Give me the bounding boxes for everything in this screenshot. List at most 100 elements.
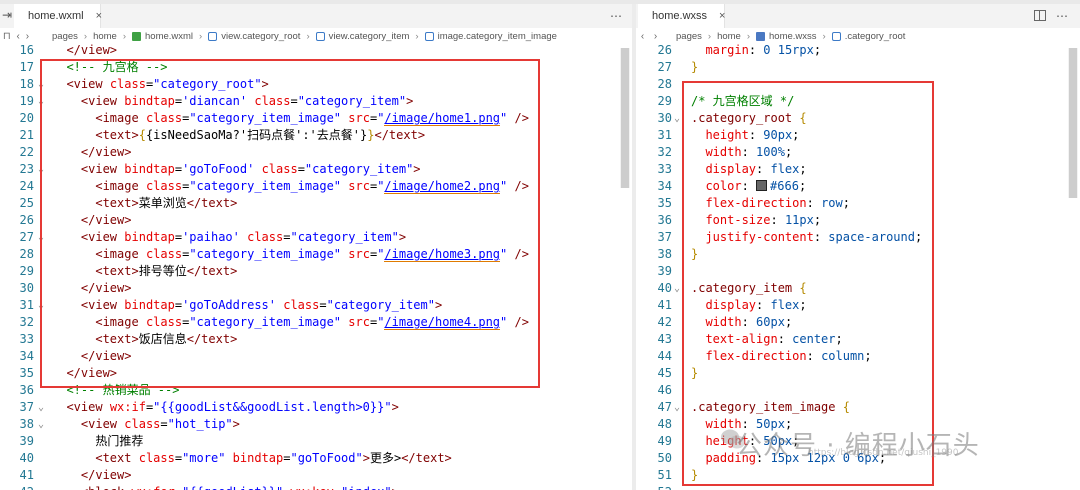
line-number: 37 (19, 400, 34, 414)
code-line[interactable]: 38 ⌄ <view class="hot_tip"> (0, 416, 632, 433)
breadcrumb-separator-icon: › (122, 31, 126, 42)
breadcrumb-separator-icon: › (822, 31, 826, 42)
line-number: 32 (657, 145, 672, 159)
breadcrumb-item[interactable]: view.category_item (315, 31, 410, 42)
line-number: 18 (19, 77, 34, 91)
breadcrumb-item[interactable]: home.wxss (756, 31, 817, 42)
tab-home-wxml[interactable]: home.wxml × (14, 4, 102, 28)
breadcrumb-label: .category_root (844, 31, 906, 42)
right-scrollbar[interactable] (1068, 48, 1078, 198)
back-icon[interactable]: ‹ (641, 31, 644, 42)
watermark-url: https://blog.csdn.net/qiushi_1990 (808, 448, 959, 458)
line-number: 45 (657, 366, 672, 380)
breadcrumb-label: home (93, 31, 117, 42)
line-number: 46 (657, 383, 672, 397)
more-actions-icon[interactable]: ⋯ (610, 9, 622, 23)
breadcrumb-separator-icon: › (306, 31, 310, 42)
line-number: 25 (19, 196, 34, 210)
code-line[interactable]: 39 热门推荐 (0, 433, 632, 450)
breadcrumb-item[interactable]: view.category_root (208, 31, 300, 42)
more-actions-icon[interactable]: ⋯ (1056, 9, 1068, 23)
left-scrollbar[interactable] (620, 48, 630, 188)
line-number: 42 (657, 315, 672, 329)
line-number: 28 (657, 77, 672, 91)
code-line[interactable]: 42 ⌄ <block wx:for="{{goodList}}" wx:key=… (0, 484, 632, 490)
sidebar-toggle-icon[interactable]: ⇥ (2, 8, 12, 22)
code-line[interactable]: 26 margin: 0 15rpx; (636, 42, 1080, 59)
breadcrumb-item[interactable]: pages (52, 31, 78, 42)
code-line[interactable]: 27} (636, 59, 1080, 76)
line-number: 34 (657, 179, 672, 193)
code-line[interactable]: 16 </view> (0, 42, 632, 59)
line-number: 27 (19, 230, 34, 244)
code-text: <block wx:for="{{goodList}}" wx:key="ind… (52, 484, 399, 490)
line-number: 34 (19, 349, 34, 363)
back-icon[interactable]: ‹ (17, 31, 20, 42)
breadcrumb-item[interactable]: image.category_item_image (424, 31, 557, 42)
code-text: margin: 0 15rpx; (705, 43, 822, 57)
breadcrumb-item[interactable]: home (717, 31, 741, 42)
line-number: 26 (19, 213, 34, 227)
fold-chevron-icon[interactable]: ⌄ (38, 416, 48, 433)
breadcrumb-label: image.category_item_image (437, 31, 557, 42)
line-number: 47 (657, 400, 672, 414)
line-number: 48 (657, 417, 672, 431)
breadcrumb-nav-icons: ⊓ ‹ › (0, 31, 32, 42)
left-editor-pane: ⇥ home.wxml × ⋯ ⊓ ‹ › pages › home › home.wx… (0, 4, 632, 490)
close-icon[interactable]: × (719, 10, 725, 22)
line-number: 21 (19, 128, 34, 142)
left-tab-bar: ⇥ home.wxml × ⋯ (0, 4, 632, 29)
element-icon (315, 32, 325, 41)
breadcrumb-label: pages (676, 31, 702, 42)
line-number: 38 (657, 247, 672, 261)
breadcrumb-item[interactable]: pages (676, 31, 702, 42)
fold-chevron-icon[interactable]: ⌄ (38, 399, 48, 416)
code-line[interactable]: 40 <text class="more" bindtap="goToFood"… (0, 450, 632, 467)
breadcrumb-label: view.category_item (328, 31, 410, 42)
line-number: 40 (657, 281, 672, 295)
split-editor-icon[interactable] (1034, 10, 1046, 21)
line-number: 44 (657, 349, 672, 363)
element-icon (831, 32, 841, 41)
line-number: 30 (657, 111, 672, 125)
line-number: 35 (19, 366, 34, 380)
forward-icon[interactable]: › (654, 31, 657, 42)
right-scrollbar-thumb[interactable] (1069, 48, 1077, 198)
line-number: 37 (657, 230, 672, 244)
element-icon (424, 32, 434, 41)
line-number: 22 (19, 145, 34, 159)
code-line[interactable]: 41 </view> (0, 467, 632, 484)
line-number: 39 (657, 264, 672, 278)
right-tab-bar: home.wxss × ⋯ (636, 4, 1080, 29)
forward-icon[interactable]: › (26, 31, 29, 42)
breadcrumb-item[interactable]: .category_root (831, 31, 906, 42)
line-number: 28 (19, 247, 34, 261)
breadcrumb-nav-icons: ‹ › (636, 31, 662, 42)
code-line[interactable]: 37 ⌄ <view wx:if="{{goodList&&goodList.le… (0, 399, 632, 416)
breadcrumb-item[interactable]: home (93, 31, 117, 42)
code-text: <view wx:if="{{goodList&&goodList.length… (66, 400, 399, 414)
highlight-box-grid-markup (40, 59, 540, 388)
element-icon (208, 32, 218, 41)
left-scrollbar-thumb[interactable] (621, 48, 629, 188)
line-number: 26 (657, 43, 672, 57)
line-number: 27 (657, 60, 672, 74)
close-icon[interactable]: × (96, 10, 102, 22)
breadcrumb-separator-icon: › (415, 31, 419, 42)
fold-chevron-icon[interactable]: ⌄ (38, 484, 48, 490)
line-number: 17 (19, 60, 34, 74)
bookmark-icon[interactable]: ⊓ (3, 31, 11, 42)
tab-home-wxss[interactable]: home.wxss × (638, 4, 725, 28)
line-number: 50 (657, 451, 672, 465)
line-number: 36 (19, 383, 34, 397)
line-number: 33 (657, 162, 672, 176)
tab-label: home.wxml (28, 10, 84, 22)
line-number: 16 (19, 43, 34, 57)
line-number: 33 (19, 332, 34, 346)
line-number: 29 (657, 94, 672, 108)
breadcrumb-label: view.category_root (221, 31, 301, 42)
line-number: 39 (19, 434, 34, 448)
code-text: </view> (66, 43, 118, 57)
breadcrumb-item[interactable]: home.wxml (132, 31, 193, 42)
line-number: 35 (657, 196, 672, 210)
